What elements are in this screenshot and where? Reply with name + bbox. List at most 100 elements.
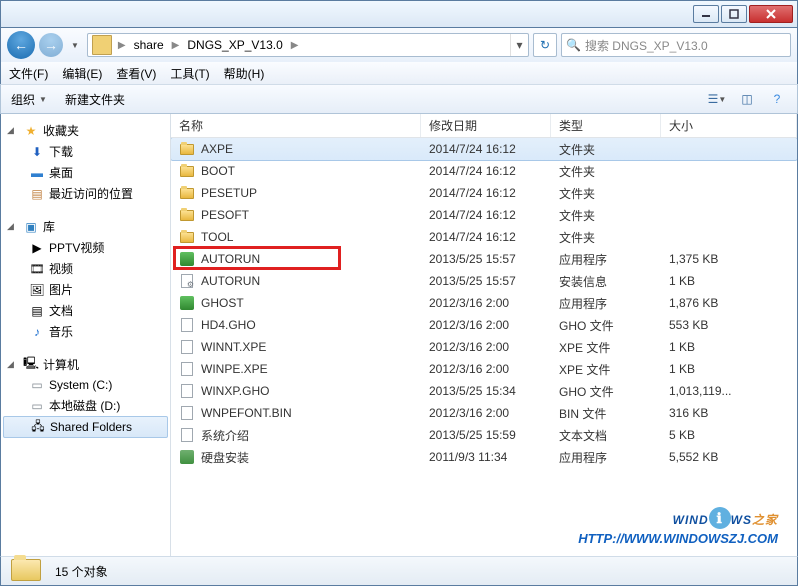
chevron-down-icon: ◢ bbox=[7, 125, 19, 136]
column-header-size[interactable]: 大小 bbox=[661, 114, 797, 137]
document-icon: ▤ bbox=[29, 303, 45, 319]
chevron-right-icon[interactable]: ▶ bbox=[116, 40, 128, 51]
file-type: 文本文档 bbox=[551, 424, 661, 446]
file-row[interactable]: AUTORUN2013/5/25 15:57安装信息1 KB bbox=[171, 270, 797, 292]
file-date: 2013/5/25 15:57 bbox=[421, 248, 551, 270]
file-row[interactable]: 系统介绍2013/5/25 15:59文本文档5 KB bbox=[171, 424, 797, 446]
file-row[interactable]: AXPE2014/7/24 16:12文件夹 bbox=[171, 138, 797, 160]
file-row[interactable]: PESETUP2014/7/24 16:12文件夹 bbox=[171, 182, 797, 204]
file-size: 1,013,119... bbox=[661, 380, 797, 402]
folder-icon bbox=[92, 35, 112, 55]
file-type: XPE 文件 bbox=[551, 336, 661, 358]
menu-tools[interactable]: 工具(T) bbox=[170, 65, 209, 82]
file-row[interactable]: WNPEFONT.BIN2012/3/16 2:00BIN 文件316 KB bbox=[171, 402, 797, 424]
file-type: 应用程序 bbox=[551, 248, 661, 270]
menu-help[interactable]: 帮助(H) bbox=[224, 65, 265, 82]
file-size: 316 KB bbox=[661, 402, 797, 424]
chevron-down-icon: ◢ bbox=[7, 221, 19, 232]
search-input[interactable]: 🔍 搜索 DNGS_XP_V13.0 bbox=[561, 33, 791, 57]
chevron-right-icon[interactable]: ▶ bbox=[170, 40, 182, 51]
file-name: 系统介绍 bbox=[201, 427, 249, 444]
maximize-button[interactable] bbox=[721, 5, 747, 23]
sidebar-item-recent[interactable]: ▤最近访问的位置 bbox=[1, 183, 170, 204]
inf-icon bbox=[179, 273, 195, 289]
file-date: 2014/7/24 16:12 bbox=[421, 226, 551, 248]
exe-icon bbox=[179, 295, 195, 311]
file-row[interactable]: AUTORUN2013/5/25 15:57应用程序1,375 KB bbox=[171, 248, 797, 270]
star-icon: ★ bbox=[23, 123, 39, 139]
breadcrumb-item[interactable]: DNGS_XP_V13.0 bbox=[183, 36, 286, 54]
column-header-type[interactable]: 类型 bbox=[551, 114, 661, 137]
file-date: 2013/5/25 15:57 bbox=[421, 270, 551, 292]
navigation-bar: ← → ▼ ▶ share ▶ DNGS_XP_V13.0 ▶ ▾ ↻ 🔍 搜索… bbox=[0, 28, 798, 62]
file-date: 2012/3/16 2:00 bbox=[421, 314, 551, 336]
file-name: AUTORUN bbox=[201, 252, 260, 266]
menu-edit[interactable]: 编辑(E) bbox=[62, 65, 102, 82]
file-date: 2012/3/16 2:00 bbox=[421, 336, 551, 358]
file-row[interactable]: TOOL2014/7/24 16:12文件夹 bbox=[171, 226, 797, 248]
tree-libraries-header[interactable]: ◢ ▣ 库 bbox=[1, 216, 170, 237]
sidebar-item-pictures[interactable]: 🖼图片 bbox=[1, 279, 170, 300]
menu-view[interactable]: 查看(V) bbox=[116, 65, 156, 82]
file-size: 5,552 KB bbox=[661, 446, 797, 468]
history-dropdown-icon[interactable]: ▼ bbox=[67, 41, 83, 50]
forward-button[interactable]: → bbox=[39, 33, 63, 57]
address-dropdown-icon[interactable]: ▾ bbox=[510, 34, 528, 56]
file-row[interactable]: HD4.GHO2012/3/16 2:00GHO 文件553 KB bbox=[171, 314, 797, 336]
sidebar-item-shared-folders[interactable]: 🖧Shared Folders bbox=[3, 416, 168, 438]
tree-computer-header[interactable]: ◢ 🖳 计算机 bbox=[1, 354, 170, 375]
help-button[interactable]: ? bbox=[767, 89, 787, 109]
sidebar-item-downloads[interactable]: ⬇下载 bbox=[1, 141, 170, 162]
address-bar[interactable]: ▶ share ▶ DNGS_XP_V13.0 ▶ ▾ bbox=[87, 33, 529, 57]
file-row[interactable]: WINNT.XPE 2012/3/16 2:00XPE 文件1 KB bbox=[171, 336, 797, 358]
refresh-button[interactable]: ↻ bbox=[533, 33, 557, 57]
file-date: 2013/5/25 15:59 bbox=[421, 424, 551, 446]
file-date: 2011/9/3 11:34 bbox=[421, 446, 551, 468]
sidebar-item-desktop[interactable]: ▬桌面 bbox=[1, 162, 170, 183]
drive-icon: ▭ bbox=[29, 398, 45, 414]
file-date: 2013/5/25 15:34 bbox=[421, 380, 551, 402]
column-header-date[interactable]: 修改日期 bbox=[421, 114, 551, 137]
file-icon bbox=[179, 427, 195, 443]
column-header-row: 名称 修改日期 类型 大小 bbox=[171, 114, 797, 138]
menu-file[interactable]: 文件(F) bbox=[9, 65, 48, 82]
file-type: 安装信息 bbox=[551, 270, 661, 292]
preview-pane-button[interactable]: ◫ bbox=[737, 89, 757, 109]
file-type: BIN 文件 bbox=[551, 402, 661, 424]
library-icon: ▣ bbox=[23, 219, 39, 235]
file-row[interactable]: 硬盘安装2011/9/3 11:34应用程序5,552 KB bbox=[171, 446, 797, 468]
sidebar-item-drive-c[interactable]: ▭System (C:) bbox=[1, 375, 170, 395]
file-size: 1 KB bbox=[661, 336, 797, 358]
file-icon bbox=[179, 361, 195, 377]
file-date: 2014/7/24 16:12 bbox=[421, 138, 551, 160]
sidebar-item-documents[interactable]: ▤文档 bbox=[1, 300, 170, 321]
breadcrumb-item[interactable]: share bbox=[130, 36, 168, 54]
minimize-button[interactable] bbox=[693, 5, 719, 23]
folder-icon bbox=[179, 163, 195, 179]
column-header-name[interactable]: 名称 bbox=[171, 114, 421, 137]
file-row[interactable]: PESOFT2014/7/24 16:12文件夹 bbox=[171, 204, 797, 226]
file-type: 应用程序 bbox=[551, 292, 661, 314]
back-button[interactable]: ← bbox=[7, 31, 35, 59]
close-button[interactable] bbox=[749, 5, 793, 23]
view-options-button[interactable]: ☰ ▼ bbox=[707, 89, 727, 109]
file-row[interactable]: WINPE.XPE2012/3/16 2:00XPE 文件1 KB bbox=[171, 358, 797, 380]
sidebar-item-pptv[interactable]: ▶PPTV视频 bbox=[1, 237, 170, 258]
video-icon: 🎞 bbox=[29, 261, 45, 277]
sidebar-item-videos[interactable]: 🎞视频 bbox=[1, 258, 170, 279]
new-folder-button[interactable]: 新建文件夹 bbox=[65, 91, 125, 108]
file-row[interactable]: BOOT2014/7/24 16:12文件夹 bbox=[171, 160, 797, 182]
file-row[interactable]: GHOST2012/3/16 2:00应用程序1,876 KB bbox=[171, 292, 797, 314]
file-name: AXPE bbox=[201, 142, 233, 156]
file-name: HD4.GHO bbox=[201, 318, 256, 332]
tree-favorites-header[interactable]: ◢ ★ 收藏夹 bbox=[1, 120, 170, 141]
file-type: GHO 文件 bbox=[551, 380, 661, 402]
file-type: XPE 文件 bbox=[551, 358, 661, 380]
file-name: WINNT.XPE bbox=[201, 340, 266, 354]
chevron-right-icon[interactable]: ▶ bbox=[289, 40, 301, 51]
file-name: GHOST bbox=[201, 296, 244, 310]
sidebar-item-drive-d[interactable]: ▭本地磁盘 (D:) bbox=[1, 395, 170, 416]
file-row[interactable]: WINXP.GHO2013/5/25 15:34GHO 文件1,013,119.… bbox=[171, 380, 797, 402]
organize-button[interactable]: 组织 ▼ bbox=[11, 91, 47, 108]
sidebar-item-music[interactable]: ♪音乐 bbox=[1, 321, 170, 342]
